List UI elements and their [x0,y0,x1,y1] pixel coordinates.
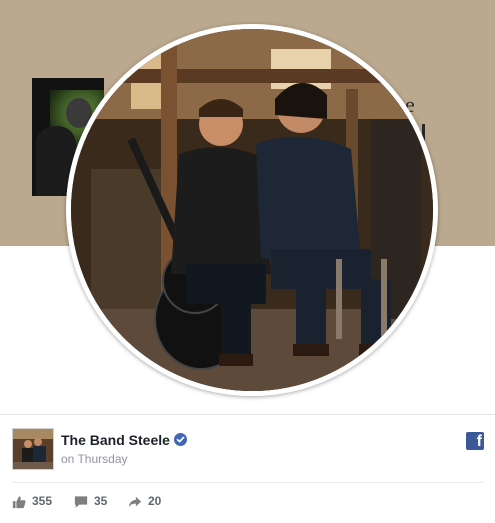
page-avatar[interactable] [12,428,54,470]
likes-count-value: 355 [32,494,53,508]
page-name-link[interactable]: The Band Steele [61,432,170,448]
share-arrow-icon [128,496,142,508]
shares-count-value: 20 [148,494,162,508]
comments-count-value: 35 [94,494,108,508]
profile-picture[interactable] [66,24,438,396]
comment-icon [74,496,88,508]
post-header: The Band Steele on Thursday f [12,428,484,472]
band-photo [71,29,433,391]
verified-badge-icon [174,433,187,451]
section-divider [0,414,495,415]
facebook-logo-icon[interactable]: f [466,432,484,450]
stats-divider [12,482,484,483]
page-avatar-image [13,429,53,469]
thumbs-up-icon [12,496,26,509]
post-timestamp[interactable]: on Thursday [61,452,128,466]
